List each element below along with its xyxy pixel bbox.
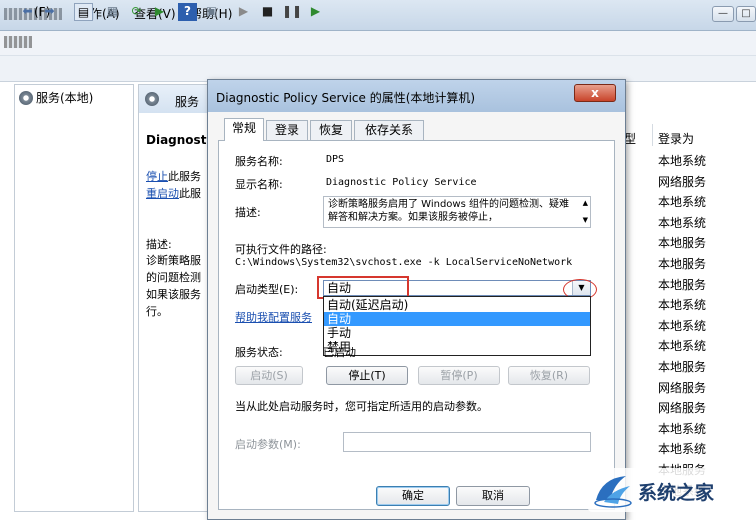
minimize-button[interactable]: — <box>712 6 734 22</box>
properties-icon[interactable]: ▦ <box>103 3 122 21</box>
restart-service-icon[interactable]: ▶ <box>306 3 325 21</box>
logon-cell: 网络服务 <box>658 401 707 416</box>
selected-service-name: Diagnosti <box>146 133 211 147</box>
startup-option[interactable]: 自动(延迟启动) <box>324 298 590 312</box>
service-name-value: DPS <box>326 154 345 165</box>
column-divider[interactable] <box>652 124 653 146</box>
show-tree-icon[interactable]: ▤ <box>74 3 93 21</box>
logon-cell: 本地系统 <box>658 318 707 333</box>
cancel-button[interactable]: 取消 <box>456 486 530 506</box>
start-service-icon[interactable]: ▶ <box>234 3 253 21</box>
stop-service-icon[interactable]: ■ <box>258 3 277 21</box>
properties-dialog: Diagnostic Policy Service 的属性(本地计算机) x 常… <box>207 79 626 520</box>
exe-path-label: 可执行文件的路径: <box>235 243 327 256</box>
logon-cell: 本地系统 <box>658 442 707 457</box>
column-header-logon[interactable]: 登录为 <box>658 130 694 147</box>
description-text: 诊断策略服务启用了 Windows 组件的问题检测、疑难解答和解决方案。如果该服… <box>328 199 569 223</box>
startup-type-dropdown: 自动(延迟启动) 自动 手动 禁用 <box>323 296 591 356</box>
watermark: 系统之家 <box>588 468 752 512</box>
tree-item-label: 服务(本地) <box>36 91 94 105</box>
logon-cell: 本地系统 <box>658 421 707 436</box>
services-pane-title: 服务 <box>175 95 200 109</box>
start-params-hint: 当从此处启动服务时，您可指定所适用的启动参数。 <box>235 400 488 413</box>
logon-cell: 本地服务 <box>658 360 707 374</box>
logon-cell: 网络服务 <box>658 174 707 189</box>
start-button[interactable]: 启动(S) <box>235 366 303 385</box>
logon-cell: 本地系统 <box>658 298 707 313</box>
console-icon[interactable]: ▣ <box>202 3 221 21</box>
help-icon[interactable]: ? <box>178 3 197 21</box>
resume-button[interactable]: 恢复(R) <box>508 366 590 385</box>
tree-item-services-local[interactable]: 服务(本地) <box>19 89 93 106</box>
restart-service-suffix: 此服 <box>179 187 201 200</box>
startup-type-label: 启动类型(E): <box>235 283 299 296</box>
help-configure-link[interactable]: 帮助我配置服务 <box>235 309 312 325</box>
scroll-down-icon[interactable]: ▼ <box>583 214 588 227</box>
gear-icon <box>145 92 159 106</box>
refresh-icon[interactable]: ⟳ <box>127 3 146 21</box>
pause-service-icon[interactable]: ❚❚ <box>282 3 302 21</box>
description-line: 如果该服务 <box>146 288 201 301</box>
logon-cell: 网络服务 <box>658 380 707 395</box>
stop-button[interactable]: 停止(T) <box>326 366 408 385</box>
description-line: 诊断策略服 <box>146 254 201 267</box>
description-textbox[interactable]: 诊断策略服务启用了 Windows 组件的问题检测、疑难解答和解决方案。如果该服… <box>323 196 591 228</box>
pause-button[interactable]: 暂停(P) <box>418 366 500 385</box>
stop-service-suffix: 此服务 <box>168 170 201 183</box>
exe-path-value: C:\Windows\System32\svchost.exe -k Local… <box>235 257 573 268</box>
dialog-title: Diagnostic Policy Service 的属性(本地计算机) <box>216 91 476 105</box>
display-name-label: 显示名称: <box>235 178 283 191</box>
logon-cell: 本地服务 <box>658 236 707 251</box>
startup-option[interactable]: 手动 <box>324 326 590 340</box>
scroll-up-icon[interactable]: ▲ <box>583 197 588 210</box>
logon-cell: 本地服务 <box>658 257 707 271</box>
restart-service-link[interactable]: 重启动 <box>146 185 179 201</box>
description-heading: 描述: <box>146 238 172 251</box>
tab-dependencies[interactable]: 依存关系 <box>354 120 424 140</box>
description-line: 行。 <box>146 305 168 318</box>
logon-cell: 本地系统 <box>658 215 707 230</box>
logon-cell: 本地服务 <box>658 277 707 292</box>
watermark-text: 系统之家 <box>638 482 715 504</box>
gear-icon <box>19 90 33 105</box>
startup-option-selected[interactable]: 自动 <box>324 312 590 326</box>
tab-logon[interactable]: 登录 <box>266 120 308 140</box>
service-status-value: 已启动 <box>323 346 356 359</box>
watermark-logo-icon <box>594 476 632 508</box>
logon-cell: 本地系统 <box>658 195 707 210</box>
start-params-label: 启动参数(M): <box>235 438 301 451</box>
start-params-input[interactable] <box>343 432 591 452</box>
logon-cell: 本地系统 <box>658 339 707 354</box>
tab-recovery[interactable]: 恢复 <box>310 120 352 140</box>
menubar <box>0 31 756 56</box>
ok-button[interactable]: 确定 <box>376 486 450 506</box>
description-label: 描述: <box>235 206 261 219</box>
export-icon[interactable]: ▶ <box>150 3 169 21</box>
maximize-button[interactable]: □ <box>736 6 756 22</box>
stop-service-link[interactable]: 停止 <box>146 168 168 184</box>
startup-option[interactable]: 禁用 <box>324 340 590 354</box>
close-button[interactable]: x <box>574 84 616 102</box>
service-name-label: 服务名称: <box>235 155 283 168</box>
tab-general[interactable]: 常规 <box>224 118 264 141</box>
display-name-value: Diagnostic Policy Service <box>326 177 477 188</box>
description-line: 的问题检测 <box>146 271 201 284</box>
logon-cell: 本地系统 <box>658 154 707 168</box>
service-status-label: 服务状态: <box>235 346 283 359</box>
file-menu-blurred <box>4 36 32 48</box>
back-arrow-icon[interactable]: ⬅ <box>18 3 37 21</box>
console-tree: 服务(本地) <box>14 84 134 512</box>
forward-arrow-icon[interactable]: ➡ <box>40 3 59 21</box>
